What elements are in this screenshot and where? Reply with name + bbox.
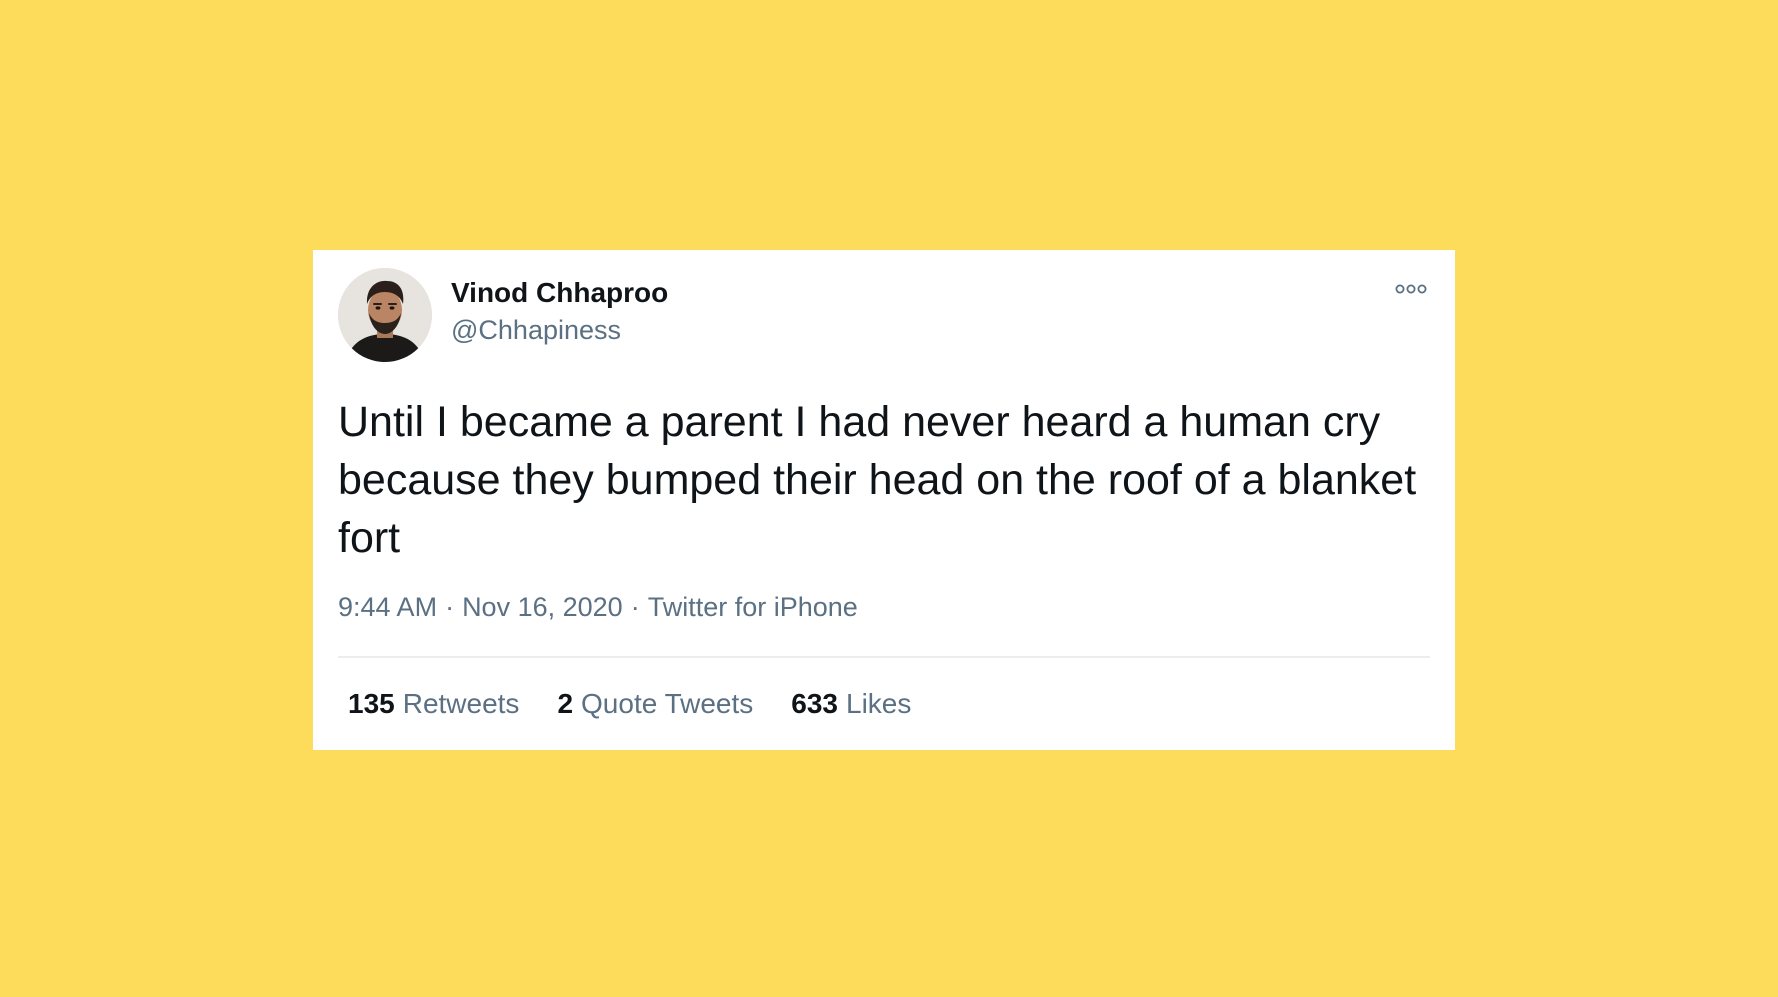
retweets-label: Retweets bbox=[402, 688, 520, 719]
tweet-date[interactable]: Nov 16, 2020 bbox=[462, 592, 623, 622]
author-handle[interactable]: @Chhapiness bbox=[451, 315, 621, 346]
divider bbox=[338, 656, 1430, 658]
tweet-meta: 9:44 AM · Nov 16, 2020 · Twitter for iPhone bbox=[338, 592, 858, 623]
tweet-source[interactable]: Twitter for iPhone bbox=[648, 592, 858, 622]
likes-stat[interactable]: 633 Likes bbox=[791, 688, 911, 720]
retweets-count: 135 bbox=[348, 688, 395, 719]
tweet-text: Until I became a parent I had never hear… bbox=[338, 398, 1417, 562]
tweet-card: Vinod Chhaproo @Chhapiness Until I becam… bbox=[313, 250, 1455, 750]
meta-separator: · bbox=[445, 592, 455, 622]
more-horizontal-icon[interactable] bbox=[1393, 280, 1429, 298]
meta-separator: · bbox=[630, 592, 640, 622]
likes-label: Likes bbox=[846, 688, 912, 719]
quote-tweets-count: 2 bbox=[557, 688, 574, 719]
quote-tweets-label: Quote Tweets bbox=[581, 688, 754, 719]
avatar[interactable] bbox=[338, 268, 432, 362]
tweet-stats: 135 Retweets 2 Quote Tweets 633 Likes bbox=[348, 688, 911, 720]
author-name[interactable]: Vinod Chhaproo bbox=[451, 277, 668, 309]
retweets-stat[interactable]: 135 Retweets bbox=[348, 688, 519, 720]
likes-count: 633 bbox=[791, 688, 838, 719]
profile-photo-icon bbox=[338, 268, 432, 362]
quote-tweets-stat[interactable]: 2 Quote Tweets bbox=[557, 688, 753, 720]
tweet-time[interactable]: 9:44 AM bbox=[338, 592, 437, 622]
